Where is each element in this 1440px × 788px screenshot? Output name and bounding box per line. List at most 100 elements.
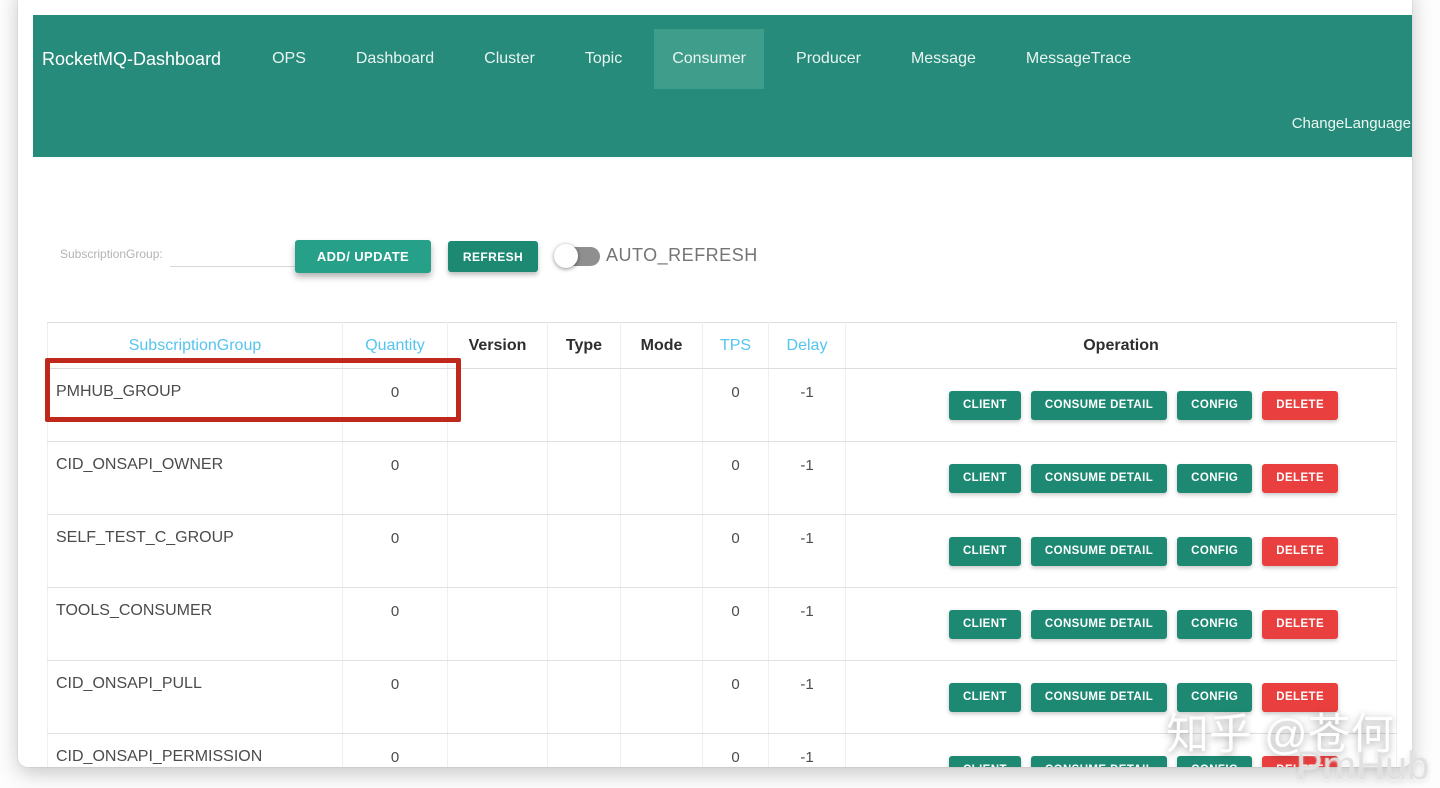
auto-refresh-toggle[interactable] — [554, 244, 601, 269]
tps-cell: 0 — [702, 514, 769, 588]
mode-cell — [620, 587, 703, 661]
client-button[interactable]: CLIENT — [948, 390, 1021, 420]
column-header-subscriptiongroup[interactable]: SubscriptionGroup — [47, 322, 343, 369]
nav-item-dashboard[interactable]: Dashboard — [338, 29, 452, 89]
subscription-group-cell: CID_ONSAPI_OWNER — [47, 441, 343, 515]
nav-item-topic[interactable]: Topic — [567, 29, 640, 89]
change-language-link[interactable]: ChangeLanguage — [1292, 115, 1411, 132]
subscription-group-cell: PMHUB_GROUP — [47, 368, 343, 442]
quantity-cell: 0 — [342, 587, 448, 661]
nav-item-messagetrace[interactable]: MessageTrace — [1008, 29, 1149, 89]
client-button[interactable]: CLIENT — [948, 755, 1021, 767]
navbar: RocketMQ-Dashboard OPS Dashboard Cluster To… — [33, 15, 1412, 157]
table-header-row: SubscriptionGroup Quantity Version Type Mode… — [47, 322, 1397, 369]
delete-button[interactable]: DELETE — [1262, 390, 1339, 420]
client-button[interactable]: CLIENT — [948, 536, 1021, 566]
consume-detail-button[interactable]: CONSUME DETAIL — [1030, 755, 1168, 767]
tps-cell: 0 — [702, 441, 769, 515]
consume-detail-button[interactable]: CONSUME DETAIL — [1030, 609, 1168, 639]
delete-button[interactable]: DELETE — [1262, 463, 1339, 493]
subscription-group-cell: CID_ONSAPI_PERMISSION — [47, 733, 343, 767]
column-header-delay[interactable]: Delay — [768, 322, 846, 369]
quantity-cell: 0 — [342, 441, 448, 515]
tps-cell: 0 — [702, 733, 769, 767]
delay-cell: -1 — [768, 368, 846, 442]
config-button[interactable]: CONFIG — [1177, 609, 1253, 639]
table-row: SELF_TEST_C_GROUP 0 0 -1 CLIENT CONSUME DETAI… — [47, 514, 1397, 588]
app-window: RocketMQ-Dashboard OPS Dashboard Cluster To… — [18, 0, 1412, 767]
refresh-button[interactable]: REFRESH — [448, 241, 538, 272]
config-button[interactable]: CONFIG — [1177, 463, 1253, 493]
quantity-cell: 0 — [342, 660, 448, 734]
subscription-group-cell: SELF_TEST_C_GROUP — [47, 514, 343, 588]
mode-cell — [620, 514, 703, 588]
nav-item-consumer[interactable]: Consumer — [654, 29, 765, 89]
delete-button[interactable]: DELETE — [1262, 536, 1339, 566]
operation-cell: CLIENT CONSUME DETAIL CONFIG DELETE — [845, 587, 1397, 661]
consume-detail-button[interactable]: CONSUME DETAIL — [1030, 536, 1168, 566]
type-cell — [547, 514, 621, 588]
auto-refresh-label: AUTO_REFRESH — [606, 245, 758, 265]
table-row: PMHUB_GROUP 0 0 -1 CLIENT CONSUME DETAIL CONFI… — [47, 368, 1397, 442]
type-cell — [547, 587, 621, 661]
operation-cell: CLIENT CONSUME DETAIL CONFIG DELETE — [845, 368, 1397, 442]
version-cell — [447, 441, 548, 515]
column-header-type: Type — [547, 322, 621, 369]
navbar-row-2: ChangeLanguage — [33, 103, 1412, 157]
type-cell — [547, 368, 621, 442]
table-row: CID_ONSAPI_OWNER 0 0 -1 CLIENT CONSUME DETAIL… — [47, 441, 1397, 515]
consume-detail-button[interactable]: CONSUME DETAIL — [1030, 390, 1168, 420]
config-button[interactable]: CONFIG — [1177, 390, 1253, 420]
version-cell — [447, 733, 548, 767]
mode-cell — [620, 733, 703, 767]
client-button[interactable]: CLIENT — [948, 682, 1021, 712]
operation-cell: CLIENT CONSUME DETAIL CONFIG DELETE — [845, 441, 1397, 515]
mode-cell — [620, 441, 703, 515]
column-header-tps[interactable]: TPS — [702, 322, 769, 369]
nav-item-ops[interactable]: OPS — [254, 29, 324, 89]
nav-items: OPS Dashboard Cluster Topic Consumer Producer… — [247, 29, 1156, 89]
brand-title[interactable]: RocketMQ-Dashboard — [42, 49, 221, 70]
subscription-group-cell: TOOLS_CONSUMER — [47, 587, 343, 661]
column-header-quantity[interactable]: Quantity — [342, 322, 448, 369]
watermark-pmhub: PmHub — [1296, 744, 1430, 788]
mode-cell — [620, 368, 703, 442]
tps-cell: 0 — [702, 368, 769, 442]
version-cell — [447, 368, 548, 442]
version-cell — [447, 660, 548, 734]
subscription-group-label: SubscriptionGroup: — [60, 247, 163, 261]
consume-detail-button[interactable]: CONSUME DETAIL — [1030, 463, 1168, 493]
page: RocketMQ-Dashboard OPS Dashboard Cluster To… — [0, 0, 1440, 788]
add-update-button[interactable]: ADD/ UPDATE — [295, 240, 431, 273]
quantity-cell: 0 — [342, 368, 448, 442]
type-cell — [547, 441, 621, 515]
client-button[interactable]: CLIENT — [948, 463, 1021, 493]
subscription-group-input[interactable] — [170, 238, 296, 267]
table-row: TOOLS_CONSUMER 0 0 -1 CLIENT CONSUME DETAIL CO… — [47, 587, 1397, 661]
type-cell — [547, 660, 621, 734]
column-header-mode: Mode — [620, 322, 703, 369]
tps-cell: 0 — [702, 660, 769, 734]
toggle-knob-icon — [554, 244, 578, 268]
nav-item-cluster[interactable]: Cluster — [466, 29, 553, 89]
type-cell — [547, 733, 621, 767]
nav-item-message[interactable]: Message — [893, 29, 994, 89]
column-header-version: Version — [447, 322, 548, 369]
delay-cell: -1 — [768, 733, 846, 767]
version-cell — [447, 587, 548, 661]
delay-cell: -1 — [768, 660, 846, 734]
config-button[interactable]: CONFIG — [1177, 536, 1253, 566]
subscription-group-cell: CID_ONSAPI_PULL — [47, 660, 343, 734]
consume-detail-button[interactable]: CONSUME DETAIL — [1030, 682, 1168, 712]
navbar-row-1: RocketMQ-Dashboard OPS Dashboard Cluster To… — [33, 15, 1412, 103]
operation-cell: CLIENT CONSUME DETAIL CONFIG DELETE — [845, 514, 1397, 588]
tps-cell: 0 — [702, 587, 769, 661]
nav-item-producer[interactable]: Producer — [778, 29, 879, 89]
delay-cell: -1 — [768, 587, 846, 661]
mode-cell — [620, 660, 703, 734]
client-button[interactable]: CLIENT — [948, 609, 1021, 639]
delay-cell: -1 — [768, 514, 846, 588]
delay-cell: -1 — [768, 441, 846, 515]
delete-button[interactable]: DELETE — [1262, 609, 1339, 639]
version-cell — [447, 514, 548, 588]
